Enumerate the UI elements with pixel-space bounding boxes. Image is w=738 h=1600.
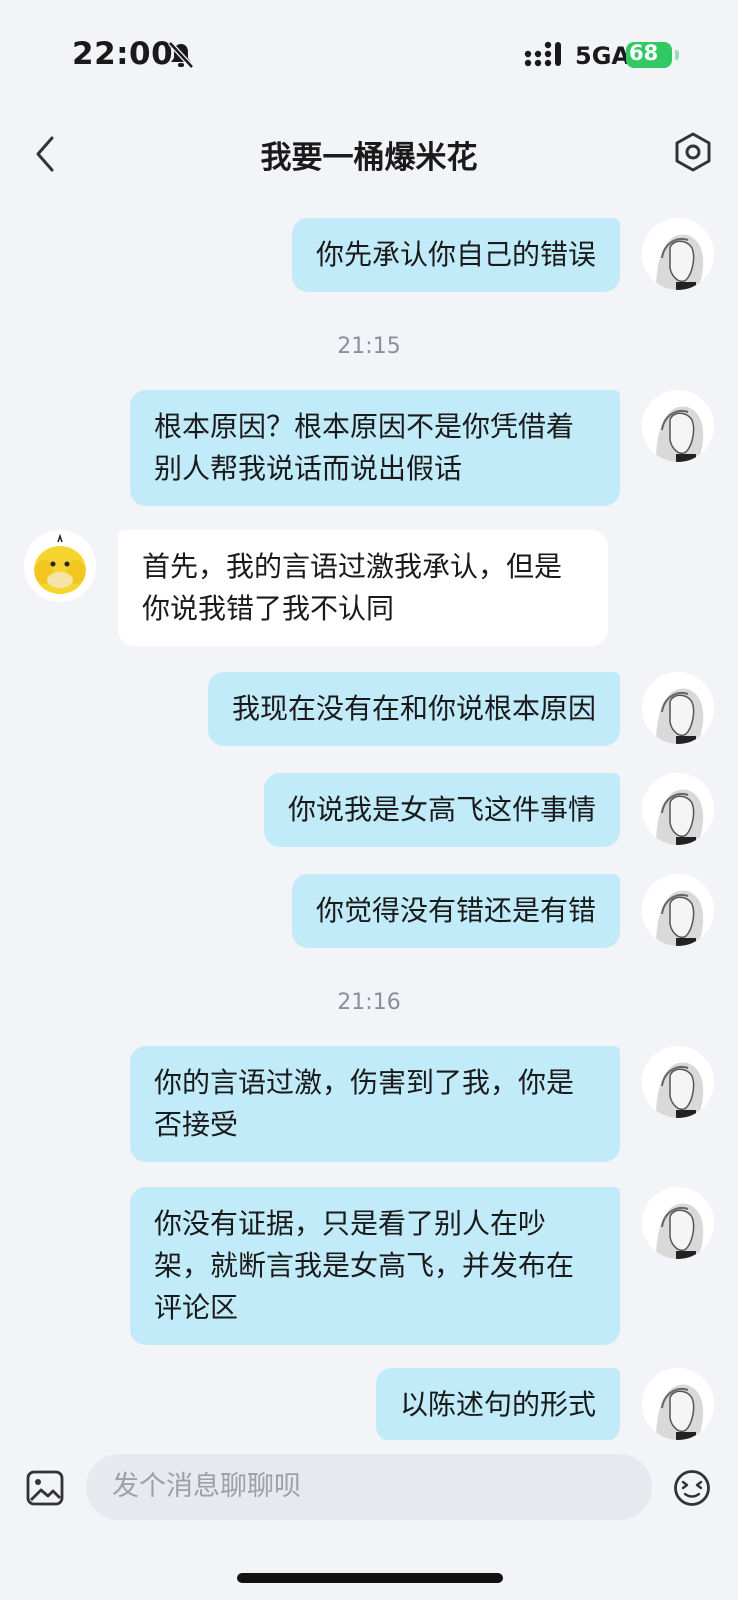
battery-indicator: 68 <box>626 40 680 72</box>
image-icon[interactable] <box>26 1470 64 1506</box>
timestamp: 21:16 <box>337 990 401 1015</box>
message-bubble[interactable]: 我现在没有在和你说根本原因 <box>207 672 620 746</box>
message-bubble[interactable]: 你觉得没有错还是有错 <box>291 874 620 948</box>
message-row: 你的言语过激，伤害到了我，你是否接受 <box>0 1046 738 1162</box>
message-bubble[interactable]: 你说我是女高飞这件事情 <box>263 773 620 847</box>
status-bar: 22:00 5GA 68 <box>0 0 738 110</box>
signal-icon <box>524 41 561 67</box>
avatar[interactable] <box>642 773 714 845</box>
message-row: 你没有证据，只是看了别人在吵架，就断言我是女高飞，并发布在评论区 <box>0 1187 738 1345</box>
message-row: 首先，我的言语过激我承认，但是你说我错了我不认同 <box>0 530 738 646</box>
status-time: 22:00 <box>72 36 174 72</box>
timestamp: 21:15 <box>337 334 401 359</box>
message-row: 以陈述句的形式 <box>0 1368 738 1440</box>
avatar[interactable] <box>642 1046 714 1118</box>
chat-header: 我要一桶爆米花 <box>0 110 738 200</box>
avatar[interactable] <box>642 672 714 744</box>
avatar[interactable] <box>642 390 714 462</box>
message-row: 你说我是女高飞这件事情 <box>0 773 738 847</box>
message-bubble[interactable]: 以陈述句的形式 <box>375 1368 620 1440</box>
avatar[interactable] <box>642 1187 714 1259</box>
message-bubble[interactable]: 你的言语过激，伤害到了我，你是否接受 <box>130 1046 620 1162</box>
message-row: 你先承认你自己的错误 <box>0 218 738 292</box>
avatar[interactable] <box>642 218 714 290</box>
message-row: 我现在没有在和你说根本原因 <box>0 672 738 746</box>
message-bubble[interactable]: 根本原因？根本原因不是你凭借着别人帮我说话而说出假话 <box>130 390 620 506</box>
emoji-icon[interactable] <box>673 1469 711 1507</box>
message-composer: 发个消息聊聊呗 <box>0 1440 738 1600</box>
message-input[interactable]: 发个消息聊聊呗 <box>86 1454 652 1520</box>
network-type: 5GA <box>575 42 630 70</box>
bell-muted-icon <box>168 41 194 69</box>
message-bubble[interactable]: 你先承认你自己的错误 <box>291 218 620 292</box>
avatar[interactable] <box>642 874 714 946</box>
message-bubble[interactable]: 首先，我的言语过激我承认，但是你说我错了我不认同 <box>118 530 608 646</box>
chat-title: 我要一桶爆米花 <box>260 140 478 176</box>
avatar[interactable] <box>642 1368 714 1440</box>
message-list[interactable]: 你先承认你自己的错误 21:15 根本原因？根本原因不是你凭借着别人帮我说话而说… <box>0 200 738 1440</box>
hexagon-settings-icon[interactable] <box>672 130 714 174</box>
battery-level: 68 <box>629 41 659 65</box>
message-bubble[interactable]: 你没有证据，只是看了别人在吵架，就断言我是女高飞，并发布在评论区 <box>130 1187 620 1345</box>
message-row: 你觉得没有错还是有错 <box>0 874 738 948</box>
home-indicator <box>237 1573 503 1583</box>
message-row: 根本原因？根本原因不是你凭借着别人帮我说话而说出假话 <box>0 390 738 506</box>
avatar[interactable] <box>24 530 96 602</box>
